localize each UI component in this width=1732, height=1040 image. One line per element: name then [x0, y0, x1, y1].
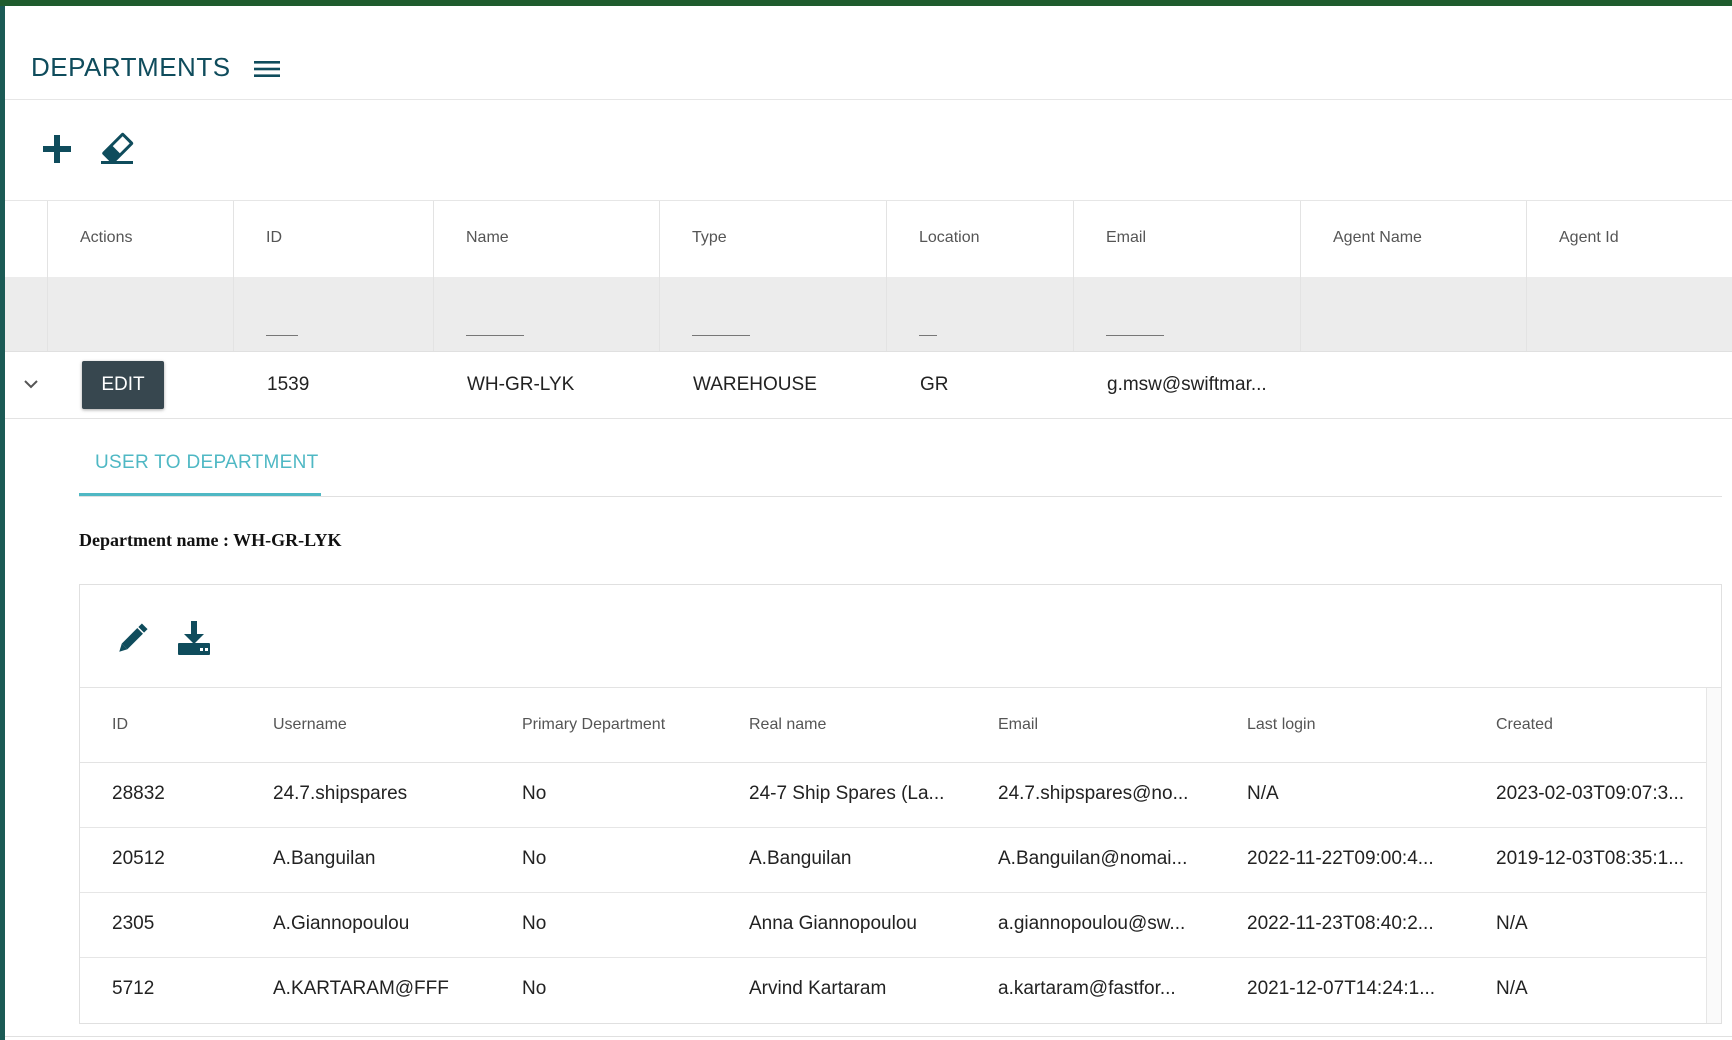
- table-row[interactable]: 28832 24.7.shipspares No 24-7 Ship Spare…: [80, 762, 1707, 828]
- vertical-scrollbar[interactable]: [1706, 688, 1721, 1023]
- sub-table-header: ID Username Primary Department Real name…: [80, 688, 1707, 763]
- cell-username: A.Banguilan: [273, 848, 376, 869]
- cell-username: A.KARTARAM@FFF: [273, 978, 449, 999]
- add-button[interactable]: [37, 129, 77, 169]
- cell-id: 1539: [267, 374, 310, 395]
- bottom-divider: [5, 1036, 1732, 1037]
- filter-cell-agent-name: [1300, 277, 1526, 351]
- tab-label: USER TO DEPARTMENT: [95, 452, 319, 473]
- sub-toolbar: [80, 585, 1721, 688]
- cell-real-name: Arvind Kartaram: [749, 978, 887, 999]
- cell-real-name: 24-7 Ship Spares (La...: [749, 783, 945, 804]
- cell-id: 2305: [112, 913, 155, 934]
- cell-email: g.msw@swiftmar...: [1107, 374, 1267, 395]
- column-header-agent-name[interactable]: Agent Name: [1300, 201, 1526, 277]
- cell-last-login: 2022-11-22T09:00:4...: [1247, 848, 1434, 869]
- download-button[interactable]: [174, 619, 214, 659]
- chevron-down-icon[interactable]: [21, 374, 41, 394]
- sub-column-header-email[interactable]: Email: [998, 716, 1038, 734]
- page-header: DEPARTMENTS: [5, 6, 1732, 100]
- sub-column-header-created[interactable]: Created: [1496, 716, 1553, 734]
- cell-location: GR: [920, 374, 949, 395]
- filter-name-input[interactable]: [433, 277, 659, 351]
- filter-underline: [919, 335, 937, 336]
- column-header-location[interactable]: Location: [886, 201, 1073, 277]
- grid-header: Actions ID Name Type Location Email Agen…: [5, 200, 1732, 278]
- column-header-name[interactable]: Name: [433, 201, 659, 277]
- hamburger-menu-icon[interactable]: [254, 59, 280, 79]
- sub-column-header-last-login[interactable]: Last login: [1247, 716, 1316, 734]
- cell-created: 2019-12-03T08:35:1...: [1496, 848, 1685, 869]
- cell-created: 2023-02-03T09:07:3...: [1496, 783, 1685, 804]
- clear-filters-button[interactable]: [97, 129, 137, 169]
- download-icon: [178, 621, 210, 655]
- user-department-panel: ID Username Primary Department Real name…: [79, 584, 1722, 1024]
- main-toolbar: [5, 100, 1732, 200]
- cell-primary-department: No: [522, 913, 547, 934]
- eraser-icon: [101, 132, 134, 164]
- filter-id-input[interactable]: [233, 277, 433, 351]
- table-row[interactable]: EDIT 1539 WH-GR-LYK WAREHOUSE GR g.msw@s…: [5, 352, 1732, 419]
- table-row[interactable]: 2305 A.Giannopoulou No Anna Giannopoulou…: [80, 892, 1707, 958]
- column-header-type[interactable]: Type: [659, 201, 886, 277]
- cell-id: 20512: [112, 848, 165, 869]
- filter-type-input[interactable]: [659, 277, 886, 351]
- cell-username: A.Giannopoulou: [273, 913, 410, 934]
- filter-underline: [466, 335, 524, 336]
- cell-primary-department: No: [522, 848, 547, 869]
- filter-cell-agent-id: [1526, 277, 1732, 351]
- table-row[interactable]: 5712 A.KARTARAM@FFF No Arvind Kartaram a…: [80, 957, 1707, 1022]
- cell-email: 24.7.shipspares@no...: [998, 783, 1189, 804]
- column-header-agent-id[interactable]: Agent Id: [1526, 201, 1732, 277]
- edit-users-button[interactable]: [112, 619, 152, 659]
- column-header-email[interactable]: Email: [1073, 201, 1300, 277]
- cell-last-login: 2021-12-07T14:24:1...: [1247, 978, 1436, 999]
- filter-email-input[interactable]: [1073, 277, 1300, 351]
- cell-last-login: 2022-11-23T08:40:2...: [1247, 913, 1434, 934]
- sub-column-header-id[interactable]: ID: [112, 716, 128, 734]
- sub-column-header-primary-department[interactable]: Primary Department: [522, 716, 665, 734]
- grid-filter-row: [5, 277, 1732, 352]
- sub-column-header-username[interactable]: Username: [273, 716, 347, 734]
- cell-email: a.giannopoulou@sw...: [998, 913, 1186, 934]
- page-title: DEPARTMENTS: [31, 52, 231, 82]
- cell-email: A.Banguilan@nomai...: [998, 848, 1188, 869]
- cell-last-login: N/A: [1247, 783, 1279, 804]
- cell-id: 5712: [112, 978, 155, 999]
- cell-primary-department: No: [522, 978, 547, 999]
- cell-type: WAREHOUSE: [693, 374, 817, 395]
- cell-primary-department: No: [522, 783, 547, 804]
- edit-button[interactable]: EDIT: [82, 361, 164, 409]
- tab-divider: [79, 496, 1722, 497]
- cell-email: a.kartaram@fastfor...: [998, 978, 1176, 999]
- cell-username: 24.7.shipspares: [273, 783, 408, 804]
- tab-user-to-department[interactable]: USER TO DEPARTMENT: [79, 434, 321, 496]
- cell-real-name: A.Banguilan: [749, 848, 852, 869]
- column-header-actions[interactable]: Actions: [47, 201, 233, 277]
- cell-id: 28832: [112, 783, 165, 804]
- filter-cell-actions: [47, 277, 233, 351]
- column-header-id[interactable]: ID: [233, 201, 433, 277]
- sub-column-header-real-name[interactable]: Real name: [749, 716, 826, 734]
- department-name-label: Department name : WH-GR-LYK: [79, 530, 342, 550]
- cell-name: WH-GR-LYK: [467, 374, 575, 395]
- plus-icon: [43, 135, 71, 163]
- filter-location-input[interactable]: [886, 277, 1073, 351]
- cell-created: N/A: [1496, 978, 1528, 999]
- filter-underline: [266, 335, 298, 336]
- cell-created: N/A: [1496, 913, 1528, 934]
- filter-underline: [1106, 335, 1164, 336]
- cell-real-name: Anna Giannopoulou: [749, 913, 917, 934]
- table-row[interactable]: 20512 A.Banguilan No A.Banguilan A.Bangu…: [80, 827, 1707, 893]
- pencil-icon: [119, 623, 148, 652]
- filter-underline: [692, 335, 750, 336]
